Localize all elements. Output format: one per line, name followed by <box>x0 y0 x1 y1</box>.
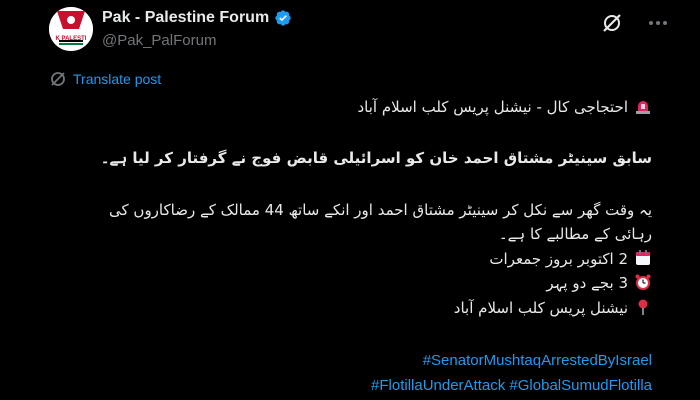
post-line-2: سابق سینیٹر مشتاق احمد خان کو اسرائیلی ق… <box>100 149 652 167</box>
post-line-3a: یہ وقت گھر سے نکل کر سینیٹر مشتاق احمد ا… <box>109 201 652 219</box>
post-time-line: 3 بجے دو پہر <box>40 271 652 298</box>
logo-icon <box>49 7 93 51</box>
siren-emoji-icon <box>634 97 652 122</box>
author-handle[interactable]: @Pak_PalForum <box>102 32 216 49</box>
grok-icon[interactable] <box>601 12 623 38</box>
post-time-text: 3 بجے دو پہر <box>546 274 628 292</box>
author-name-row: Pak - Palestine Forum <box>102 9 292 27</box>
hashtag-link[interactable]: #SenatorMushtaqArrestedByIsrael <box>423 352 652 369</box>
post-line-1: احتجاجی کال - نیشنل پریس کلب اسلام آباد <box>40 95 652 122</box>
translate-post-link[interactable]: Translate post <box>49 70 161 88</box>
hashtag-link[interactable]: #FlotillaUnderAttack <box>371 377 505 394</box>
post-line-3b: رہائی کے مطالبے کا ہے۔ <box>498 225 652 243</box>
hashtag-line-1: #SenatorMushtaqArrestedByIsrael <box>40 349 652 373</box>
verified-badge-icon <box>275 10 291 26</box>
post-date-line: 2 اکتوبر بروز جمعرات <box>40 247 652 274</box>
avatar-label: K PALESTI <box>55 36 87 42</box>
post-venue-line: نیشنل پریس کلب اسلام آباد <box>40 296 652 323</box>
translate-icon <box>51 72 65 86</box>
post-venue-text: نیشنل پریس کلب اسلام آباد <box>453 299 628 317</box>
post-date-text: 2 اکتوبر بروز جمعرات <box>489 250 628 268</box>
alarm-clock-emoji-icon <box>634 273 652 298</box>
avatar[interactable]: K PALESTI <box>49 7 93 51</box>
more-options-icon[interactable] <box>645 10 671 40</box>
post-line-1-text: احتجاجی کال - نیشنل پریس کلب اسلام آباد <box>357 98 628 116</box>
hashtag-line-2: #FlotillaUnderAttack #GlobalSumudFlotill… <box>40 374 652 398</box>
translate-post-label: Translate post <box>73 71 162 87</box>
hashtag-link[interactable]: #GlobalSumudFlotilla <box>509 377 652 394</box>
round-pushpin-emoji-icon <box>634 298 652 323</box>
author-display-name[interactable]: Pak - Palestine Forum <box>102 9 269 27</box>
